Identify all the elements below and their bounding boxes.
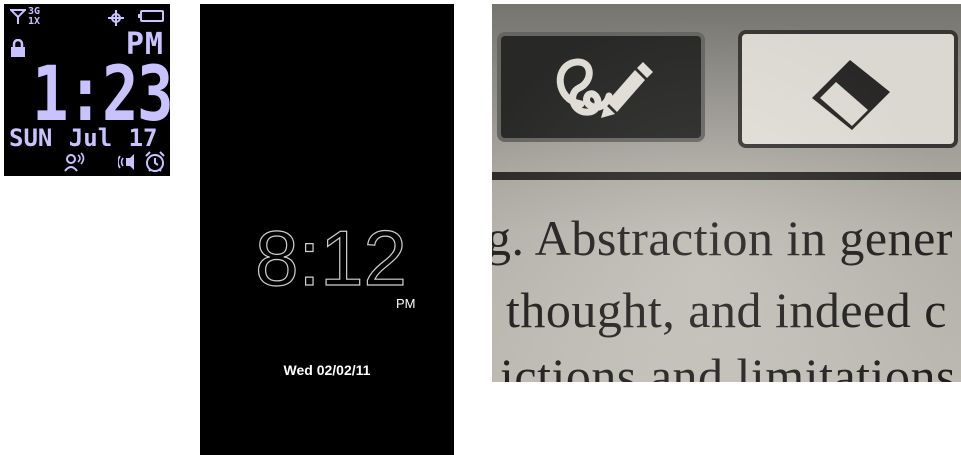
clock-time-text: 8:12 [255, 217, 407, 297]
outlined-clock-time: 8:12 [254, 217, 407, 297]
page-text-line-1: g. Abstraction in gener [492, 210, 953, 266]
lcd-phone-screen: 3G 1X PM 1:23 SUN Jul 17 [4, 4, 170, 176]
clock-date: Wed 02/02/11 [283, 362, 371, 378]
lock-screen: 8:12 PM Wed 02/02/11 [200, 4, 454, 455]
lock-icon [11, 39, 25, 57]
contact-icon [64, 152, 85, 172]
eraser-tool-button[interactable] [738, 30, 958, 148]
clock-ampm: PM [396, 296, 416, 311]
pen-scribble-icon [556, 58, 653, 118]
signal-icon [10, 9, 26, 24]
lcd-date: SUN Jul 17 [9, 124, 158, 152]
lcd-clock-time: 1:23 [32, 49, 170, 138]
speaker-icon [118, 154, 134, 170]
toolbar-divider [492, 172, 961, 180]
gps-icon [108, 10, 124, 26]
page-text-line-3: ictions and limitations [500, 348, 956, 382]
network-1x: 1X [28, 16, 41, 27]
pen-tool-button[interactable] [497, 32, 705, 142]
alarm-clock-icon [145, 151, 165, 172]
ereader-screen: g. Abstraction in gener thought, and ind… [492, 4, 961, 382]
eraser-icon [812, 60, 890, 130]
page-text-line-2: thought, and indeed c [506, 282, 947, 338]
battery-icon [138, 10, 164, 22]
network-indicator: 3G 1X [28, 7, 40, 27]
